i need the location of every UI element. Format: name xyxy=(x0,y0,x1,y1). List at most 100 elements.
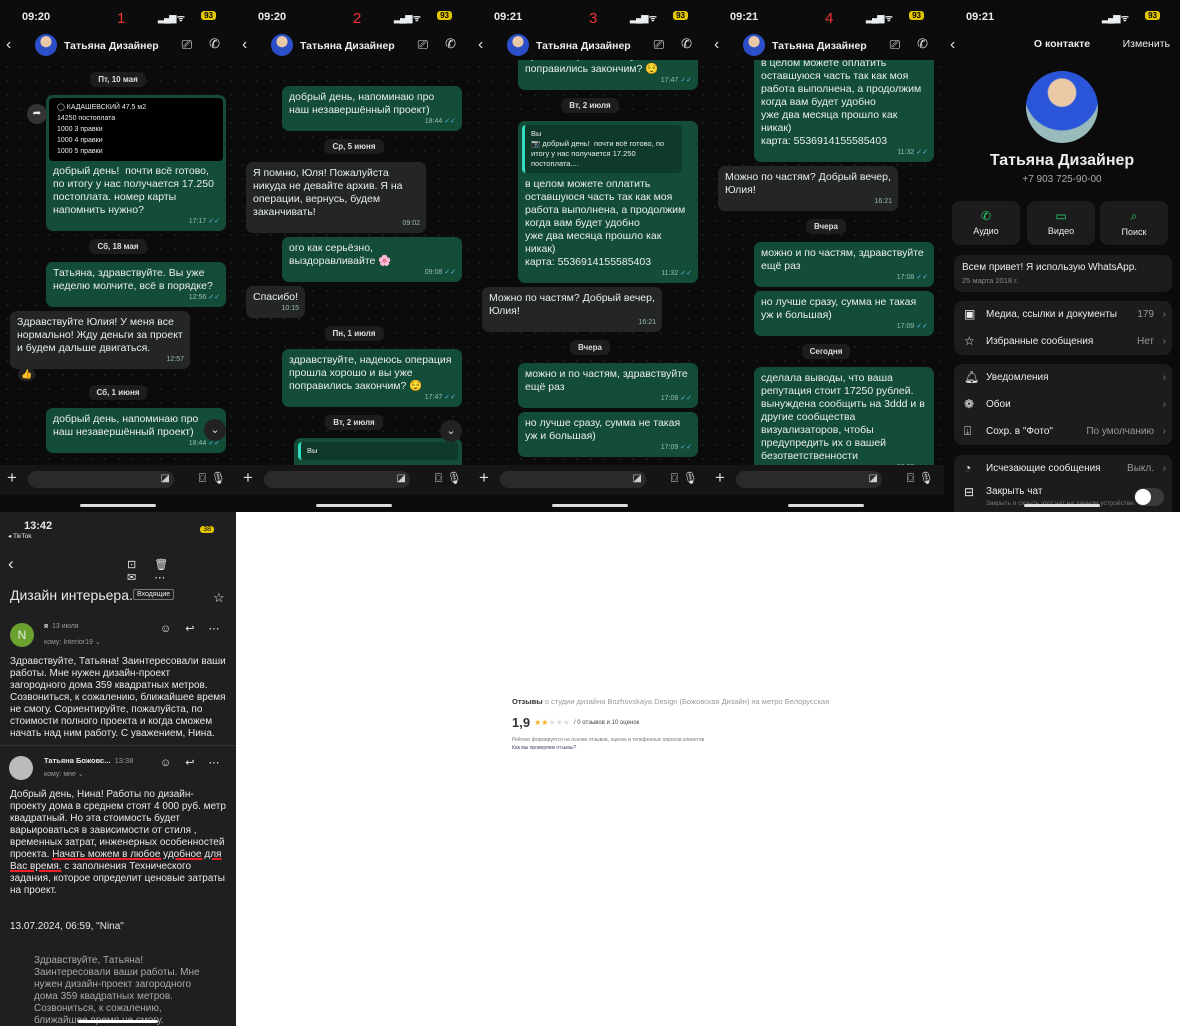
star-icon[interactable]: ☆ xyxy=(213,590,225,606)
camera-icon[interactable]: ⌼ xyxy=(671,471,678,486)
camera-icon[interactable]: ⌼ xyxy=(907,471,914,486)
message-input[interactable] xyxy=(736,471,882,488)
quoted-message[interactable]: Вы 📷 добрый день! почти всё готово, по и… xyxy=(522,125,682,173)
outgoing-message[interactable]: ◯ КАДАШЕВСКИЙ 47.5 м2 14250 постоплата 100… xyxy=(46,95,226,231)
camera-icon[interactable]: ⌼ xyxy=(199,471,206,486)
contact-name[interactable]: Татьяна Дизайнер xyxy=(300,40,395,52)
contact-avatar[interactable] xyxy=(1026,71,1098,143)
message-list[interactable]: Вы 📷 добрый день! почти всё готово, по и… xyxy=(708,60,944,465)
button-label: Видео xyxy=(1047,226,1075,236)
forward-icon[interactable]: ➦ xyxy=(27,104,47,124)
message-input[interactable] xyxy=(264,471,410,488)
phone-icon[interactable]: ✆ xyxy=(445,36,456,52)
back-button[interactable]: ‹ xyxy=(6,36,11,54)
row-media[interactable]: ▣ Медиа, ссылки и документы 179 › xyxy=(954,301,1172,328)
reaction[interactable]: 👍 xyxy=(18,368,36,381)
microphone-icon[interactable]: 🎙︎ xyxy=(919,471,934,485)
back-button[interactable]: ‹ xyxy=(8,554,14,574)
phone-icon[interactable]: ✆ xyxy=(209,36,220,52)
search-button[interactable]: ⌕ Поиск xyxy=(1100,201,1168,245)
outgoing-message[interactable]: ого как серьёзно, выздоравливайте 🌸 09:08 xyxy=(282,237,462,282)
reviews-check-link[interactable]: Как мы проверяем отзывы? xyxy=(512,745,829,751)
microphone-icon[interactable]: 🎙︎ xyxy=(683,471,698,485)
phone-icon[interactable]: ✆ xyxy=(681,36,692,52)
trash-icon[interactable]: 🗑︎ xyxy=(154,559,186,571)
recipient-toggle[interactable]: кому: мне ⌄ xyxy=(44,770,84,778)
phone-icon[interactable]: ✆ xyxy=(917,36,928,52)
mark-unread-icon[interactable]: ✉ xyxy=(127,572,154,584)
emoji-icon[interactable]: ☺ xyxy=(160,623,185,635)
incoming-message[interactable]: Я помню, Юля! Пожалуйста никуда не девай… xyxy=(246,162,426,233)
contact-avatar[interactable] xyxy=(271,34,293,56)
contact-avatar[interactable] xyxy=(35,34,57,56)
more-icon[interactable]: ⋯ xyxy=(154,572,183,584)
emoji-icon[interactable]: ☺ xyxy=(160,757,185,769)
sticker-icon[interactable]: ◪ xyxy=(633,473,642,484)
row-starred[interactable]: ☆ Избранные сообщения Нет › xyxy=(954,328,1172,355)
outgoing-message[interactable]: сделала выводы, что ваша репутация стоит… xyxy=(754,367,934,465)
video-call-icon[interactable]: ⎚ xyxy=(182,37,192,53)
reply-icon[interactable]: ↩ xyxy=(185,757,208,769)
microphone-icon[interactable]: 🎙︎ xyxy=(211,471,226,485)
incoming-message[interactable]: Можно по частям? Добрый вечер, Юлия! 16:2… xyxy=(718,166,898,211)
scroll-down-button[interactable]: ⌄ xyxy=(440,420,462,442)
camera-icon[interactable]: ⌼ xyxy=(435,471,442,486)
incoming-message[interactable]: Здравствуйте Юлия! У меня все нормально!… xyxy=(10,311,190,381)
contact-avatar[interactable] xyxy=(507,34,529,56)
outgoing-message[interactable]: но лучше сразу, сумма не такая уж и боль… xyxy=(754,291,934,336)
attach-button[interactable]: + xyxy=(243,468,253,488)
attach-button[interactable]: + xyxy=(479,468,489,488)
image-attachment[interactable]: ◯ КАДАШЕВСКИЙ 47.5 м2 14250 постоплата 100… xyxy=(49,98,223,161)
lock-chat-toggle[interactable] xyxy=(1134,488,1164,506)
date-separator: Пн, 1 июля xyxy=(324,326,384,341)
back-button[interactable]: ‹ xyxy=(242,36,247,54)
row-wallpaper[interactable]: ❁ Обои › xyxy=(954,391,1172,418)
scroll-down-button[interactable]: ⌄ xyxy=(204,419,226,441)
outgoing-message[interactable]: но лучше сразу, сумма не такая уж и боль… xyxy=(518,412,698,457)
outgoing-message[interactable]: Вы 📷 добрый день! почти всё готово, по и… xyxy=(754,60,934,162)
recipient-toggle[interactable]: кому: Interior19 ⌄ xyxy=(44,638,101,646)
video-call-icon[interactable]: ⎚ xyxy=(418,37,428,53)
sticker-icon[interactable]: ◪ xyxy=(161,473,170,484)
incoming-message[interactable]: Спасибо! 10:15 xyxy=(246,286,305,318)
outgoing-message[interactable]: добрый день, напоминаю про наш незавершё… xyxy=(46,408,226,453)
outgoing-message[interactable]: здравствуйте, надеюсь операция прошла хо… xyxy=(518,60,698,90)
reply-icon[interactable]: ↩ xyxy=(185,623,208,635)
microphone-icon[interactable]: 🎙︎ xyxy=(447,471,462,485)
outgoing-message[interactable]: можно и по частям, здравствуйте ещё раз 1… xyxy=(754,242,934,287)
outgoing-message[interactable]: можно и по частям, здравствуйте ещё раз 1… xyxy=(518,363,698,408)
message-input[interactable] xyxy=(500,471,646,488)
attach-button[interactable]: + xyxy=(715,468,725,488)
contact-name[interactable]: Татьяна Дизайнер xyxy=(64,40,159,52)
contact-name[interactable]: Татьяна Дизайнер xyxy=(536,40,631,52)
outgoing-message[interactable]: Татьяна, здравствуйте. Вы уже неделю мол… xyxy=(46,262,226,307)
back-button[interactable]: ‹ xyxy=(714,36,719,54)
outgoing-message[interactable]: добрый день, напоминаю про наш незавершё… xyxy=(282,86,462,131)
archive-icon[interactable]: ⊡ xyxy=(127,559,154,571)
contact-avatar[interactable] xyxy=(743,34,765,56)
sticker-icon[interactable]: ◪ xyxy=(397,473,406,484)
more-icon[interactable]: ⋯ xyxy=(208,623,233,635)
audio-call-button[interactable]: ✆ Аудио xyxy=(952,201,1020,245)
more-icon[interactable]: ⋯ xyxy=(208,757,233,769)
quoted-message[interactable]: Вы xyxy=(298,442,458,460)
row-save-photos[interactable]: ⍗ Сохр. в "Фото" По умолчанию › xyxy=(954,418,1172,445)
back-to-app-link[interactable]: ◂ TikTok xyxy=(8,532,32,540)
video-call-icon[interactable]: ⎚ xyxy=(890,37,900,53)
message-input[interactable] xyxy=(28,471,174,488)
sticker-icon[interactable]: ◪ xyxy=(869,473,878,484)
row-notifications[interactable]: 🔔︎ Уведомления › xyxy=(954,364,1172,391)
edit-button[interactable]: Изменить xyxy=(1123,38,1170,50)
back-button[interactable]: ‹ xyxy=(478,36,483,54)
attach-button[interactable]: + xyxy=(7,468,17,488)
incoming-message[interactable]: Можно по частям? Добрый вечер, Юлия! 16:2… xyxy=(482,287,662,332)
contact-name[interactable]: Татьяна Дизайнер xyxy=(772,40,867,52)
row-disappearing[interactable]: ◔ Исчезающие сообщения Выкл. › xyxy=(954,455,1172,482)
outgoing-message[interactable]: здравствуйте, надеюсь операция прошла хо… xyxy=(282,349,462,407)
outgoing-message[interactable]: Вы xyxy=(294,438,462,465)
video-call-button[interactable]: ▭ Видео xyxy=(1027,201,1095,245)
message-list[interactable]: здравствуйте, надеюсь операция прошла хо… xyxy=(472,60,708,465)
outgoing-message[interactable]: Вы 📷 добрый день! почти всё готово, по и… xyxy=(518,121,698,283)
video-call-icon[interactable]: ⎚ xyxy=(654,37,664,53)
message-list[interactable]: добрый день, напоминаю про наш незавершё… xyxy=(236,60,472,465)
